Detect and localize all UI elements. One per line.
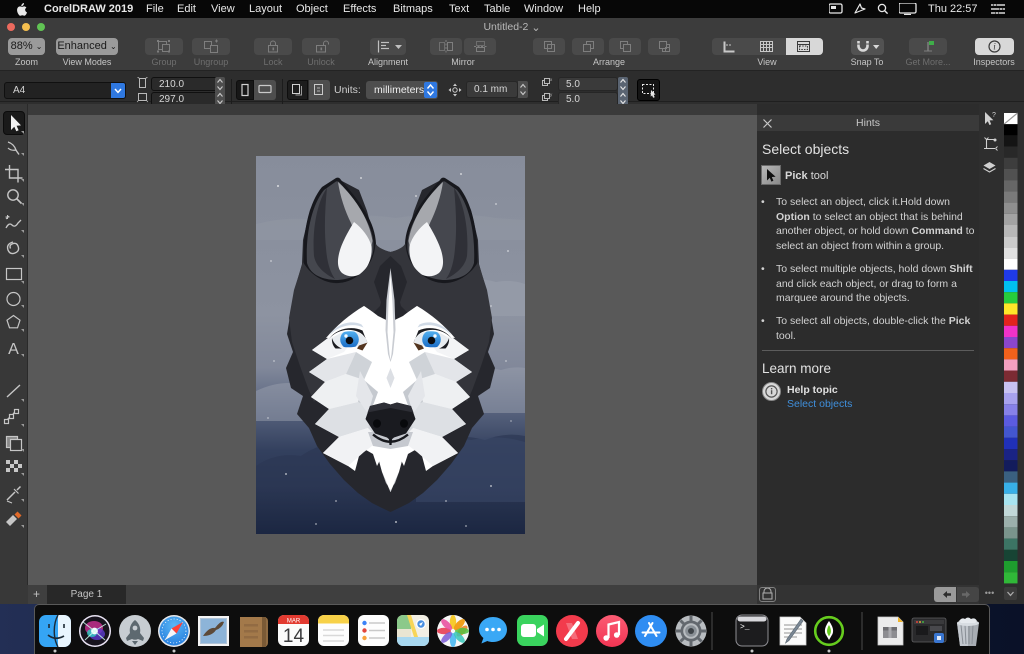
svg-text:x: x bbox=[550, 77, 553, 82]
svg-text:A: A bbox=[8, 341, 19, 358]
svg-text:14: 14 bbox=[283, 626, 305, 647]
svg-text:?: ? bbox=[992, 112, 996, 119]
svg-text:MAR: MAR bbox=[287, 619, 301, 625]
svg-text:>_: >_ bbox=[740, 623, 750, 632]
svg-text:i: i bbox=[993, 42, 996, 52]
svg-text:y: y bbox=[550, 92, 553, 97]
